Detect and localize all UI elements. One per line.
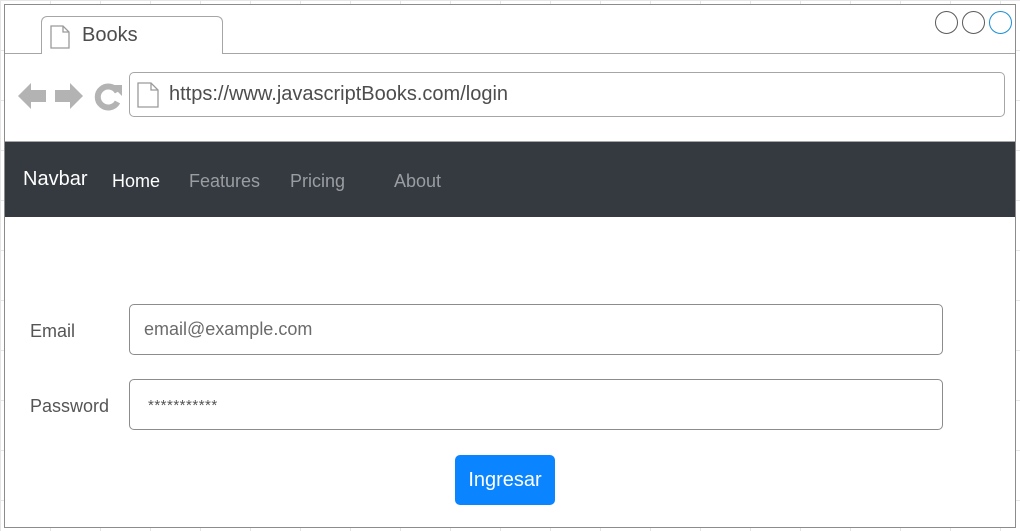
forward-arrow-icon[interactable] — [54, 81, 84, 116]
navbar: Navbar Home Features Pricing About — [5, 142, 1015, 217]
submit-button[interactable]: Ingresar — [455, 455, 555, 505]
email-field[interactable] — [129, 304, 943, 355]
navbar-brand[interactable]: Navbar — [23, 168, 87, 191]
maximize-icon[interactable] — [962, 11, 985, 34]
email-label: Email — [30, 321, 76, 341]
password-field[interactable] — [129, 379, 943, 430]
nav-link-about[interactable]: About — [394, 171, 441, 192]
close-icon[interactable] — [989, 11, 1012, 34]
address-bar[interactable]: https://www.javascriptBooks.com/login — [129, 72, 1005, 117]
nav-link-pricing[interactable]: Pricing — [290, 171, 345, 192]
browser-toolbar: https://www.javascriptBooks.com/login — [5, 54, 1015, 142]
page-icon — [50, 25, 70, 54]
window-controls — [935, 11, 1012, 34]
back-arrow-icon[interactable] — [17, 81, 47, 116]
nav-link-features[interactable]: Features — [189, 171, 260, 192]
browser-window: Books https://www.javascriptBooks.com/lo… — [4, 4, 1016, 528]
browser-tab[interactable]: Books — [41, 16, 223, 54]
nav-link-home[interactable]: Home — [112, 171, 160, 192]
minimize-icon[interactable] — [935, 11, 958, 34]
tab-title: Books — [82, 24, 138, 46]
tab-strip: Books — [5, 5, 1015, 54]
page-icon — [137, 82, 159, 113]
refresh-icon[interactable] — [93, 82, 123, 117]
url-text: https://www.javascriptBooks.com/login — [169, 83, 509, 105]
password-label: Password — [30, 396, 110, 416]
